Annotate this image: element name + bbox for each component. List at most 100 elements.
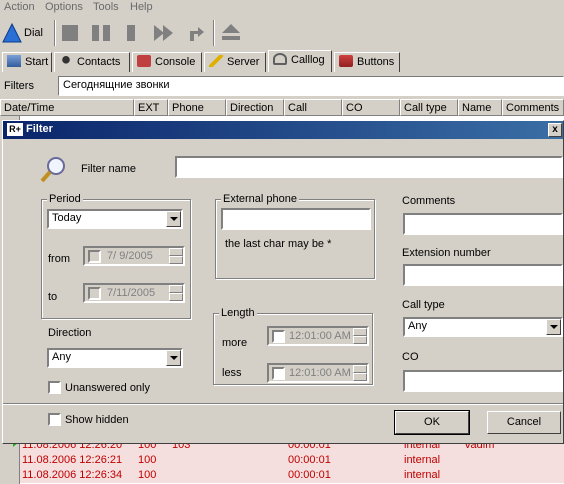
tab-contacts[interactable]: Contacts [54,52,130,72]
from-date-spinner [169,248,183,264]
column-header-name[interactable]: Name [458,99,502,116]
calllog-icon [273,53,287,65]
forward-icon[interactable] [152,20,176,46]
length-less-checkbox[interactable] [272,367,285,380]
comments-label: Comments [402,195,456,207]
hold-icon[interactable] [124,20,138,46]
menu-tools[interactable]: Tools [93,1,119,13]
filters-label: Filters [4,80,34,92]
dialog-title: Filter [26,123,53,135]
filter-name-label: Filter name [81,163,137,175]
dialog-divider [3,403,563,405]
show-hidden-checkbox[interactable] [48,413,61,426]
cell-ext: 100 [138,454,157,466]
menu-bar: Action Options Tools Help [0,0,564,16]
length-less-picker[interactable]: 12:01:00 AM [267,363,369,383]
external-phone-hint: the last char may be * [225,238,332,250]
length-more-label: more [222,337,248,349]
server-icon [209,55,223,67]
cell-ext: 100 [138,469,157,481]
cancel-button[interactable]: Cancel [487,411,561,434]
filters-combo[interactable]: Сегоднящние звонки [58,76,564,96]
to-date-checkbox [88,287,101,300]
dial-button[interactable]: Dial [0,20,50,46]
ok-button[interactable]: OK [394,410,470,435]
external-phone-input[interactable] [221,208,371,230]
length-less-spinner[interactable] [353,365,367,381]
direction-selected-value: Any [52,351,71,363]
magnifier-icon [40,157,65,183]
cell-calltype: internal [404,454,441,466]
column-header-call[interactable]: Call [284,99,342,116]
unanswered-only-label: Unanswered only [65,382,150,394]
start-icon [7,55,21,67]
dial-icon [2,23,22,43]
tab-server[interactable]: Server [204,52,266,72]
to-date-picker: 7/11/2005 [83,283,185,303]
table-row[interactable]: 11.08.2006 12:26:21 100 00:00:01 interna… [20,453,564,468]
toolbar-separator [213,20,215,46]
extension-number-input[interactable] [403,264,563,286]
dial-label: Dial [24,27,43,39]
cell-datetime: 11.08.2006 12:26:34 [22,469,123,481]
call-type-selected-value: Any [408,320,427,332]
tab-buttons[interactable]: Buttons [334,52,400,72]
column-header-phone[interactable]: Phone [168,99,226,116]
stop-icon[interactable] [60,20,80,46]
from-date-checkbox [88,250,101,263]
co-label: CO [402,351,419,363]
pause-icon[interactable] [90,20,112,46]
length-less-label: less [222,367,242,379]
filter-dialog: R+ Filter x Filter name Period Today fro… [2,120,564,444]
length-more-checkbox[interactable] [272,330,285,343]
eject-icon[interactable] [220,20,242,46]
chevron-down-icon[interactable] [166,350,181,366]
cell-call: 00:00:01 [288,469,331,481]
column-header-ext[interactable]: EXT [134,99,168,116]
direction-select[interactable]: Any [47,348,183,368]
cell-datetime: 11.08.2006 12:26:21 [22,454,123,466]
contacts-icon [59,55,73,67]
column-header-comments[interactable]: Comments [502,99,564,116]
call-type-label: Call type [402,299,445,311]
console-icon [137,55,151,67]
length-more-spinner[interactable] [353,328,367,344]
length-more-picker[interactable]: 12:01:00 AM [267,326,369,346]
table-row[interactable]: 11.08.2006 12:26:34 100 00:00:01 interna… [20,468,564,483]
close-button[interactable]: x [548,123,562,137]
co-input[interactable] [403,370,563,392]
from-date-value: 7/ 9/2005 [107,250,153,262]
tab-label: Console [155,56,196,68]
tab-start[interactable]: Start [2,52,52,72]
column-header-datetime[interactable]: Date/Time [0,99,134,116]
dialog-titlebar[interactable]: R+ Filter x [3,121,563,139]
filter-name-input[interactable] [175,156,563,178]
direction-label: Direction [48,327,92,339]
call-type-select[interactable]: Any [403,317,563,337]
chevron-down-icon[interactable] [546,319,561,335]
menu-help[interactable]: Help [130,1,153,13]
period-select[interactable]: Today [47,209,183,229]
tab-console[interactable]: Console [132,52,202,72]
chevron-down-icon[interactable] [166,211,181,227]
menu-action[interactable]: Action [4,1,35,13]
tab-bar: Start Contacts Console Server Calllog Bu… [0,50,564,72]
from-date-picker: 7/ 9/2005 [83,246,185,266]
tab-calllog[interactable]: Calllog [268,50,332,72]
length-less-value: 12:01:00 AM [289,367,351,379]
column-header-direction[interactable]: Direction [226,99,284,116]
toolbar-separator [54,20,56,46]
toolbar: Dial [0,17,564,49]
length-more-value: 12:01:00 AM [289,330,351,342]
unanswered-only-checkbox[interactable] [48,381,61,394]
extension-number-label: Extension number [402,247,491,259]
period-label: Period [47,193,83,205]
column-header-co[interactable]: CO [342,99,400,116]
column-header-calltype[interactable]: Call type [400,99,458,116]
menu-options[interactable]: Options [45,1,83,13]
transfer-icon[interactable] [186,20,206,46]
period-selected-value: Today [52,212,82,224]
comments-input[interactable] [403,213,563,235]
length-label: Length [219,307,257,319]
to-date-value: 7/11/2005 [107,287,156,299]
